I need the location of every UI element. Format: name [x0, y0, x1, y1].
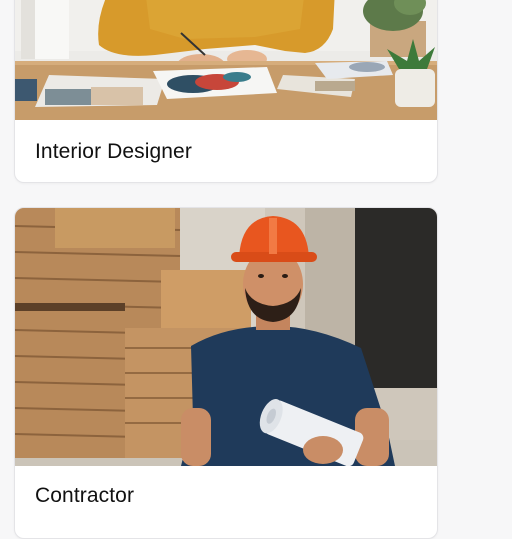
card-title: Contractor: [35, 484, 135, 507]
card-title: Interior Designer: [35, 140, 192, 163]
interior-designer-photo: [15, 0, 437, 120]
profession-card-contractor[interactable]: Contractor: [14, 207, 438, 539]
contractor-photo: [15, 208, 437, 466]
profession-card-interior-designer[interactable]: Interior Designer: [14, 0, 438, 183]
